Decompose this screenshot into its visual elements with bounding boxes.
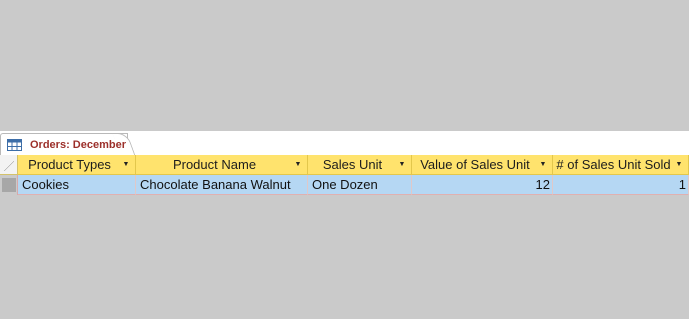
select-all-corner[interactable] <box>0 155 18 175</box>
table-row[interactable]: Cookies Chocolate Banana Walnut One Doze… <box>0 175 689 195</box>
column-header-value-of-sales-unit[interactable]: Value of Sales Unit ▼ <box>412 155 553 175</box>
dropdown-arrow-icon[interactable]: ▼ <box>537 159 549 170</box>
tab-label: Orders: December <box>30 138 126 151</box>
column-header-product-types[interactable]: Product Types ▼ <box>18 155 136 175</box>
header-row: Product Types ▼ Product Name ▼ Sales Uni… <box>0 155 689 175</box>
column-header-label: # of Sales Unit Sold <box>556 157 671 172</box>
dropdown-arrow-icon[interactable]: ▼ <box>673 159 685 170</box>
column-header-label: Product Name <box>172 157 257 172</box>
record-selector[interactable] <box>0 175 18 195</box>
cell-value-of-sales-unit[interactable]: 12 <box>412 175 553 195</box>
dropdown-arrow-icon[interactable]: ▼ <box>120 159 132 170</box>
cell-sales-unit-sold[interactable]: 1 <box>553 175 689 195</box>
column-header-label: Product Types <box>28 157 111 172</box>
tab-orders-december[interactable]: Orders: December <box>0 133 128 155</box>
column-header-sales-unit-sold[interactable]: # of Sales Unit Sold ▼ <box>553 155 689 175</box>
column-header-sales-unit[interactable]: Sales Unit ▼ <box>308 155 412 175</box>
cell-product-name[interactable]: Chocolate Banana Walnut <box>136 175 308 195</box>
column-header-product-name[interactable]: Product Name ▼ <box>136 155 308 175</box>
document-tab-strip: Orders: December <box>0 131 689 155</box>
cell-sales-unit[interactable]: One Dozen <box>308 175 412 195</box>
dropdown-arrow-icon[interactable]: ▼ <box>396 159 408 170</box>
column-header-label: Value of Sales Unit <box>420 157 530 172</box>
record-selector-marker <box>1 178 16 192</box>
datasheet-grid: Product Types ▼ Product Name ▼ Sales Uni… <box>0 155 689 195</box>
dropdown-arrow-icon[interactable]: ▼ <box>292 159 304 170</box>
cell-product-type[interactable]: Cookies <box>18 175 136 195</box>
table-icon <box>7 138 22 151</box>
